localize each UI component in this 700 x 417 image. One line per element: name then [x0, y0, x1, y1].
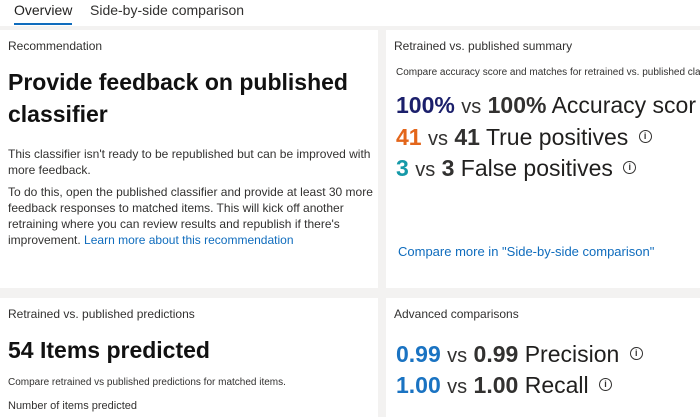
- items-predicted-heading: 54 Items predicted: [8, 337, 210, 363]
- items-predicted-label: Number of items predicted: [8, 400, 137, 412]
- recall-label: Recall: [524, 372, 589, 398]
- false-positives-metric: 3 vs 3 False positives i: [396, 153, 637, 185]
- tab-side-by-side-comparison[interactable]: Side-by-side comparison: [90, 0, 244, 22]
- true-positives-retrained-value: 41: [396, 124, 422, 150]
- predictions-card: Retrained vs. published predictions 54 I…: [0, 298, 378, 417]
- summary-title: Retrained vs. published summary: [394, 39, 573, 53]
- predictions-subtitle: Compare retrained vs published predictio…: [8, 377, 286, 388]
- info-icon[interactable]: i: [599, 378, 613, 392]
- info-icon[interactable]: i: [629, 347, 643, 361]
- vs-label: vs: [427, 128, 448, 150]
- accuracy-published-value: 100%: [487, 92, 547, 118]
- advanced-comparisons-title: Advanced comparisons: [394, 307, 519, 321]
- true-positives-label: True positives: [485, 124, 629, 150]
- learn-more-link[interactable]: Learn more about this recommendation: [84, 233, 293, 247]
- accuracy-retrained-value: 100%: [396, 92, 455, 118]
- advanced-comparisons-card: Advanced comparisons 0.99 vs 0.99 Precis…: [386, 298, 700, 417]
- summary-card: Retrained vs. published summary Compare …: [386, 30, 700, 288]
- vs-label: vs: [415, 159, 436, 181]
- vs-label: vs: [447, 376, 468, 398]
- info-icon[interactable]: i: [623, 161, 637, 175]
- precision-label: Precision: [524, 341, 620, 367]
- classifier-overview-page: Overview Side-by-side comparison Recomme…: [0, 0, 700, 417]
- tab-overview[interactable]: Overview: [14, 0, 73, 25]
- false-positives-label: False positives: [460, 155, 613, 181]
- true-positives-metric: 41 vs 41 True positives i: [396, 122, 652, 154]
- true-positives-published-value: 41: [454, 124, 480, 150]
- predictions-title: Retrained vs. published predictions: [8, 307, 195, 321]
- accuracy-label: Accuracy scor: [551, 92, 696, 118]
- info-icon[interactable]: i: [638, 130, 652, 144]
- summary-subtitle: Compare accuracy score and matches for r…: [396, 67, 700, 78]
- compare-more-link[interactable]: Compare more in "Side-by-side comparison…: [398, 244, 654, 259]
- recall-metric: 1.00 vs 1.00 Recall i: [396, 370, 613, 402]
- false-positives-published-value: 3: [441, 155, 455, 181]
- precision-metric: 0.99 vs 0.99 Precision i: [396, 339, 643, 371]
- false-positives-retrained-value: 3: [396, 155, 409, 181]
- accuracy-score-metric: 100% vs 100% Accuracy scor: [396, 90, 696, 122]
- precision-retrained-value: 0.99: [396, 341, 441, 367]
- recommendation-title: Recommendation: [8, 39, 103, 53]
- vs-label: vs: [447, 345, 468, 367]
- recommendation-card: Recommendation Provide feedback on publi…: [0, 30, 378, 288]
- precision-published-value: 0.99: [473, 341, 519, 367]
- recall-retrained-value: 1.00: [396, 372, 441, 398]
- recommendation-instructions: To do this, open the published classifie…: [8, 184, 378, 248]
- recommendation-heading: Provide feedback on published classifier: [8, 69, 348, 127]
- vs-label: vs: [461, 96, 482, 118]
- tab-bar: Overview Side-by-side comparison: [0, 0, 700, 26]
- recommendation-description: This classifier isn't ready to be republ…: [8, 147, 371, 177]
- recall-published-value: 1.00: [473, 372, 519, 398]
